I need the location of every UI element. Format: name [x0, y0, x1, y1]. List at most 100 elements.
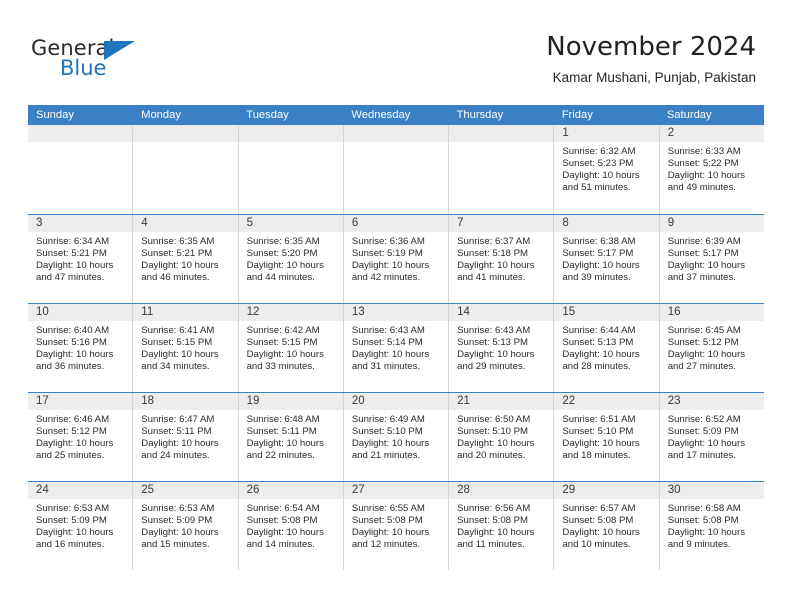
daylight-text-line2: and 16 minutes. — [36, 538, 105, 550]
calendar-day-cell[interactable]: 6 Sunrise: 6:36 AM Sunset: 5:19 PM Daylight… — [343, 215, 450, 303]
day-number: 8 — [554, 215, 659, 232]
day-sun-info: Sunrise: 6:36 AM Sunset: 5:19 PM Daylight:… — [344, 232, 448, 284]
calendar-day-cell[interactable]: 15 Sunrise: 6:44 AM Sunset: 5:13 PM Dayligh… — [554, 304, 660, 392]
calendar-day-cell-empty — [343, 125, 450, 214]
day-sun-info: Sunrise: 6:37 AM Sunset: 5:18 PM Daylight:… — [449, 232, 553, 284]
calendar-day-cell[interactable]: 18 Sunrise: 6:47 AM Sunset: 5:11 PM Dayligh… — [133, 393, 239, 481]
sunset-text: Sunset: 5:21 PM — [141, 247, 213, 259]
day-number: 6 — [343, 215, 449, 232]
day-number: 3 — [28, 215, 133, 232]
calendar-day-cell[interactable]: 4 Sunrise: 6:35 AM Sunset: 5:21 PM Daylight… — [133, 215, 239, 303]
day-sun-info: Sunrise: 6:47 AM Sunset: 5:11 PM Daylight:… — [133, 410, 237, 462]
page-header: General Blue November 2024 Kamar Mushani… — [0, 0, 792, 100]
day-sun-info: Sunrise: 6:50 AM Sunset: 5:10 PM Daylight:… — [449, 410, 553, 462]
calendar-day-cell[interactable]: 11 Sunrise: 6:41 AM Sunset: 5:15 PM Dayligh… — [133, 304, 239, 392]
daylight-text-line1: Daylight: 10 hours — [667, 169, 746, 181]
day-number: 9 — [659, 215, 764, 232]
day-sun-info: Sunrise: 6:57 AM Sunset: 5:08 PM Daylight:… — [554, 499, 658, 551]
daylight-text-line2: and 12 minutes. — [351, 538, 421, 550]
sunrise-text: Sunrise: 6:43 AM — [351, 325, 425, 336]
calendar-day-cell[interactable]: 21 Sunrise: 6:50 AM Sunset: 5:10 PM Dayligh… — [449, 393, 555, 481]
sunset-text: Sunset: 5:17 PM — [667, 247, 739, 259]
calendar-day-cell[interactable]: 16 Sunrise: 6:45 AM Sunset: 5:12 PM Dayligh… — [659, 304, 764, 392]
day-number: 29 — [554, 482, 659, 499]
calendar-day-cell[interactable]: 10 Sunrise: 6:40 AM Sunset: 5:16 PM Dayligh… — [28, 304, 134, 392]
day-sun-info: Sunrise: 6:39 AM Sunset: 5:17 PM Daylight:… — [660, 232, 764, 284]
day-sun-info: Sunrise: 6:43 AM Sunset: 5:13 PM Daylight:… — [449, 321, 553, 373]
day-number: 12 — [238, 304, 343, 321]
daylight-text-line2: and 28 minutes. — [562, 360, 631, 372]
day-number: 19 — [238, 393, 343, 410]
calendar-day-cell[interactable]: 30 Sunrise: 6:58 AM Sunset: 5:08 PM Dayligh… — [659, 482, 764, 570]
weekday-header-saturday: Saturday — [666, 109, 712, 121]
daylight-text-line1: Daylight: 10 hours — [457, 437, 535, 449]
sunset-text: Sunset: 5:13 PM — [457, 336, 529, 348]
calendar-day-cell[interactable]: 8 Sunrise: 6:38 AM Sunset: 5:17 PM Daylight… — [554, 215, 660, 303]
sunset-text: Sunset: 5:08 PM — [667, 514, 739, 526]
daylight-text-line2: and 29 minutes. — [457, 360, 526, 372]
calendar-day-cell[interactable]: 14 Sunrise: 6:43 AM Sunset: 5:13 PM Dayligh… — [449, 304, 555, 392]
day-number: 17 — [28, 393, 133, 410]
day-number: 22 — [554, 393, 659, 410]
calendar-day-cell[interactable]: 22 Sunrise: 6:51 AM Sunset: 5:10 PM Dayligh… — [554, 393, 660, 481]
sunset-text: Sunset: 5:10 PM — [457, 425, 529, 437]
calendar-week-row: 3 Sunrise: 6:34 AM Sunset: 5:21 PM Daylight… — [28, 214, 764, 303]
sunset-text: Sunset: 5:23 PM — [562, 157, 634, 169]
calendar-day-cell[interactable]: 25 Sunrise: 6:53 AM Sunset: 5:09 PM Dayligh… — [133, 482, 239, 570]
sunset-text: Sunset: 5:08 PM — [246, 514, 318, 526]
sunrise-text: Sunrise: 6:38 AM — [562, 236, 636, 247]
daylight-text-line1: Daylight: 10 hours — [667, 437, 746, 449]
sunrise-text: Sunrise: 6:46 AM — [36, 414, 110, 425]
daylight-text-line1: Daylight: 10 hours — [351, 348, 430, 360]
sunrise-text: Sunrise: 6:41 AM — [141, 325, 215, 336]
sunset-text: Sunset: 5:14 PM — [351, 336, 423, 348]
calendar-day-cell[interactable]: 12 Sunrise: 6:42 AM Sunset: 5:15 PM Dayligh… — [238, 304, 344, 392]
calendar-day-cell[interactable]: 19 Sunrise: 6:48 AM Sunset: 5:11 PM Dayligh… — [238, 393, 344, 481]
calendar-day-cell[interactable]: 17 Sunrise: 6:46 AM Sunset: 5:12 PM Dayligh… — [28, 393, 134, 481]
day-sun-info: Sunrise: 6:53 AM Sunset: 5:09 PM Daylight:… — [28, 499, 132, 551]
daylight-text-line2: and 37 minutes. — [667, 271, 736, 283]
day-number — [343, 125, 449, 142]
day-number: 23 — [659, 393, 764, 410]
daylight-text-line1: Daylight: 10 hours — [36, 526, 114, 538]
daylight-text-line1: Daylight: 10 hours — [246, 437, 324, 449]
calendar-day-cell[interactable]: 20 Sunrise: 6:49 AM Sunset: 5:10 PM Dayligh… — [343, 393, 450, 481]
calendar-day-cell[interactable]: 5 Sunrise: 6:35 AM Sunset: 5:20 PM Daylight… — [238, 215, 344, 303]
calendar-day-cell[interactable]: 3 Sunrise: 6:34 AM Sunset: 5:21 PM Daylight… — [28, 215, 134, 303]
sunrise-text: Sunrise: 6:33 AM — [667, 146, 741, 157]
calendar-day-cell[interactable]: 1 Sunrise: 6:32 AM Sunset: 5:23 PM Daylight… — [554, 125, 660, 214]
calendar-day-cell[interactable]: 9 Sunrise: 6:39 AM Sunset: 5:17 PM Daylight… — [659, 215, 764, 303]
calendar-day-cell[interactable]: 26 Sunrise: 6:54 AM Sunset: 5:08 PM Dayligh… — [238, 482, 344, 570]
day-number: 20 — [343, 393, 449, 410]
sunset-text: Sunset: 5:08 PM — [562, 514, 634, 526]
calendar-day-cell[interactable]: 24 Sunrise: 6:53 AM Sunset: 5:09 PM Dayligh… — [28, 482, 134, 570]
sunrise-text: Sunrise: 6:47 AM — [141, 414, 215, 425]
calendar-day-cell[interactable]: 27 Sunrise: 6:55 AM Sunset: 5:08 PM Dayligh… — [343, 482, 450, 570]
daylight-text-line2: and 10 minutes. — [562, 538, 631, 550]
daylight-text-line2: and 27 minutes. — [667, 360, 736, 372]
calendar-week-row: 10 Sunrise: 6:40 AM Sunset: 5:16 PM Dayligh… — [28, 303, 764, 392]
day-number: 7 — [449, 215, 554, 232]
day-number — [133, 125, 238, 142]
calendar-day-cell[interactable]: 7 Sunrise: 6:37 AM Sunset: 5:18 PM Daylight… — [449, 215, 555, 303]
calendar-day-cell[interactable]: 28 Sunrise: 6:56 AM Sunset: 5:08 PM Dayligh… — [449, 482, 555, 570]
sunrise-text: Sunrise: 6:42 AM — [246, 325, 320, 336]
general-blue-logo[interactable]: General Blue — [31, 36, 211, 88]
calendar-day-cell[interactable]: 23 Sunrise: 6:52 AM Sunset: 5:09 PM Dayligh… — [659, 393, 764, 481]
calendar-day-cell[interactable]: 2 Sunrise: 6:33 AM Sunset: 5:22 PM Daylight… — [659, 125, 764, 214]
calendar-week-row: 1 Sunrise: 6:32 AM Sunset: 5:23 PM Daylight… — [28, 125, 764, 214]
calendar-day-cell[interactable]: 29 Sunrise: 6:57 AM Sunset: 5:08 PM Dayligh… — [554, 482, 660, 570]
daylight-text-line1: Daylight: 10 hours — [562, 526, 640, 538]
daylight-text-line2: and 46 minutes. — [141, 271, 210, 283]
calendar-day-cell[interactable]: 13 Sunrise: 6:43 AM Sunset: 5:14 PM Dayligh… — [343, 304, 450, 392]
sunset-text: Sunset: 5:09 PM — [141, 514, 213, 526]
daylight-text-line2: and 42 minutes. — [351, 271, 421, 283]
daylight-text-line1: Daylight: 10 hours — [246, 348, 324, 360]
sunset-text: Sunset: 5:12 PM — [36, 425, 107, 437]
day-sun-info: Sunrise: 6:35 AM Sunset: 5:21 PM Daylight:… — [133, 232, 237, 284]
day-sun-info: Sunrise: 6:35 AM Sunset: 5:20 PM Daylight:… — [239, 232, 343, 284]
daylight-text-line1: Daylight: 10 hours — [141, 526, 219, 538]
sunrise-text: Sunrise: 6:50 AM — [457, 414, 531, 425]
daylight-text-line1: Daylight: 10 hours — [457, 259, 535, 271]
sunset-text: Sunset: 5:17 PM — [562, 247, 634, 259]
